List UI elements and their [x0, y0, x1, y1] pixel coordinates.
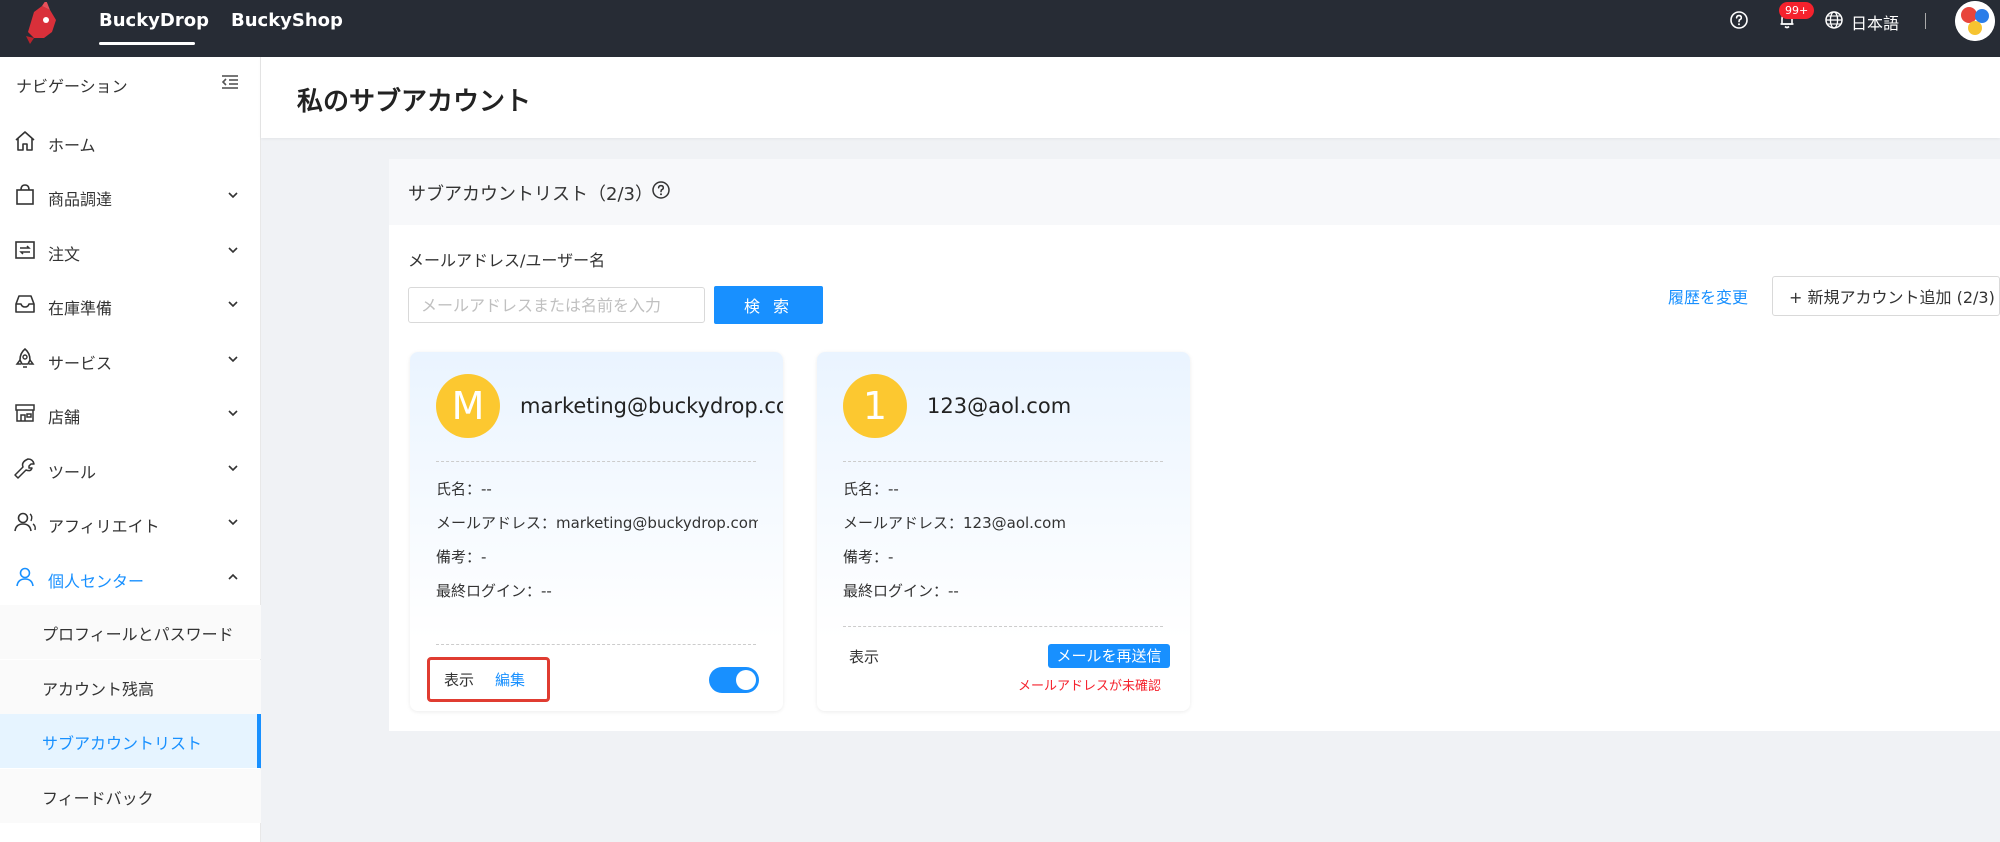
chevron-down-icon — [228, 356, 238, 363]
sidebar-item-label: 在庫準備 — [48, 299, 113, 318]
inbox-icon — [15, 295, 35, 313]
collapse-menu-icon[interactable] — [220, 72, 240, 92]
account-email-title: 123@aol.com — [927, 394, 1072, 418]
account-last-login-row: 最終ログイン：-- — [436, 582, 552, 600]
sidebar-item-inventory[interactable]: 在庫準備 — [0, 278, 261, 332]
account-avatar: M — [436, 374, 500, 438]
account-name-row: 氏名：-- — [843, 480, 899, 498]
sidebar-subitem-subaccounts[interactable]: サブアカウントリスト — [0, 714, 261, 768]
sidebar-subitem-profile[interactable]: プロフィールとパスワード — [0, 605, 261, 659]
sidebar-item-orders[interactable]: 注文 — [0, 224, 261, 278]
sidebar-subitem-label: フィードバック — [42, 789, 154, 808]
notification-badge: 99+ — [1779, 2, 1815, 19]
chevron-down-icon — [228, 247, 238, 254]
page-header: 私のサブアカウント — [261, 57, 2000, 138]
resend-email-button[interactable]: メールを再送信 — [1048, 644, 1170, 668]
account-last-login-row: 最終ログイン：-- — [843, 582, 959, 600]
avatar-icon — [1955, 1, 1995, 41]
help-icon[interactable] — [1729, 10, 1749, 30]
account-avatar: 1 — [843, 374, 907, 438]
sidebar-item-label: ツール — [48, 463, 97, 482]
account-note-row: 備考：- — [436, 548, 487, 566]
chevron-down-icon — [228, 410, 238, 417]
chevron-down-icon — [228, 192, 238, 199]
tab-buckydrop[interactable]: BuckyDrop — [99, 10, 209, 31]
sidebar-subitem-label: プロフィールとパスワード — [42, 625, 234, 644]
sidebar-item-services[interactable]: サービス — [0, 333, 261, 387]
divider — [436, 461, 756, 462]
sidebar-item-label: 店舗 — [48, 408, 81, 427]
store-icon — [15, 404, 35, 422]
divider — [1925, 13, 1926, 29]
tab-buckyshop[interactable]: BuckyShop — [231, 10, 343, 31]
panel-header: サブアカウントリスト（2/3） — [389, 159, 2000, 225]
sidebar-item-sourcing[interactable]: 商品調達 — [0, 169, 261, 223]
user-avatar[interactable] — [1955, 1, 1995, 41]
sidebar-item-label: 商品調達 — [48, 190, 113, 209]
sidebar-header: ナビゲーション — [16, 77, 128, 96]
account-email-row: メールアドレス：marketing@buckydrop.com — [436, 514, 758, 532]
add-account-button[interactable]: + 新規アカウント追加 (2/3) — [1772, 276, 2000, 316]
sidebar-item-home[interactable]: ホーム — [0, 115, 261, 169]
sidebar-subitem-balance[interactable]: アカウント残高 — [0, 660, 261, 714]
subaccount-card: 1 123@aol.com 氏名：-- メールアドレス：123@aol.com … — [817, 352, 1190, 711]
account-enabled-toggle[interactable] — [709, 667, 759, 693]
sidebar-item-personal-center[interactable]: 個人センター — [0, 551, 261, 605]
sidebar-item-label: 個人センター — [48, 572, 145, 591]
account-email-row: メールアドレス：123@aol.com — [843, 514, 1066, 532]
shopping-bag-icon — [16, 184, 34, 205]
chevron-down-icon — [228, 301, 238, 308]
user-icon — [16, 567, 34, 587]
rocket-icon — [15, 347, 35, 368]
sidebar-subitem-label: アカウント残高 — [42, 680, 155, 699]
sidebar-item-label: アフィリエイト — [48, 517, 160, 536]
subaccount-panel: サブアカウントリスト（2/3） メールアドレス/ユーザー名 検 索 履歴を変更 … — [389, 159, 2000, 731]
account-note-row: 備考：- — [843, 548, 894, 566]
sidebar-item-stores[interactable]: 店舗 — [0, 387, 261, 441]
divider — [843, 461, 1163, 462]
language-selector[interactable]: 日本語 — [1851, 10, 1899, 34]
search-button[interactable]: 検 索 — [714, 286, 823, 324]
affiliate-icon — [14, 512, 36, 532]
sidebar-item-label: サービス — [48, 354, 113, 373]
sidebar-item-label: ホーム — [48, 136, 96, 155]
chevron-down-icon — [228, 519, 238, 526]
sidebar-subitem-label: サブアカウントリスト — [42, 734, 203, 753]
account-email-title: marketing@buckydrop.com — [520, 394, 783, 418]
top-bar: BuckyDrop BuckyShop 99+ 日本語 — [0, 0, 2000, 57]
divider — [843, 626, 1163, 627]
globe-icon[interactable] — [1824, 10, 1844, 30]
search-label: メールアドレス/ユーザー名 — [408, 251, 606, 270]
sidebar-subitem-feedback[interactable]: フィードバック — [0, 769, 261, 823]
divider — [436, 644, 756, 645]
subaccount-card: M marketing@buckydrop.com 氏名：-- メールアドレス：… — [410, 352, 783, 711]
edit-button[interactable]: 編集 — [495, 669, 525, 690]
search-input[interactable] — [408, 287, 705, 323]
toggle-knob — [736, 670, 756, 690]
chevron-down-icon — [228, 465, 238, 472]
chevron-up-icon — [228, 573, 238, 580]
email-unverified-status: メールアドレスが未確認 — [1018, 679, 1162, 694]
account-name-row: 氏名：-- — [436, 480, 492, 498]
help-icon[interactable] — [651, 180, 671, 200]
view-button[interactable]: 表示 — [849, 646, 879, 667]
sidebar-item-tools[interactable]: ツール — [0, 442, 261, 496]
home-icon — [15, 131, 35, 151]
order-icon — [15, 241, 35, 259]
sidebar: ナビゲーション ホーム 商品調達 注文 在庫準備 サービス 店舗 ツール アフィ… — [0, 57, 261, 842]
panel-title: サブアカウントリスト（2/3） — [408, 184, 653, 205]
change-history-link[interactable]: 履歴を変更 — [1668, 284, 1748, 308]
active-tab-indicator — [99, 42, 195, 45]
sidebar-item-affiliate[interactable]: アフィリエイト — [0, 496, 261, 550]
buckydrop-logo[interactable] — [20, 2, 64, 46]
view-button[interactable]: 表示 — [444, 669, 474, 690]
wrench-icon — [14, 458, 35, 479]
sidebar-item-label: 注文 — [48, 245, 81, 264]
page-title: 私のサブアカウント — [297, 87, 532, 117]
